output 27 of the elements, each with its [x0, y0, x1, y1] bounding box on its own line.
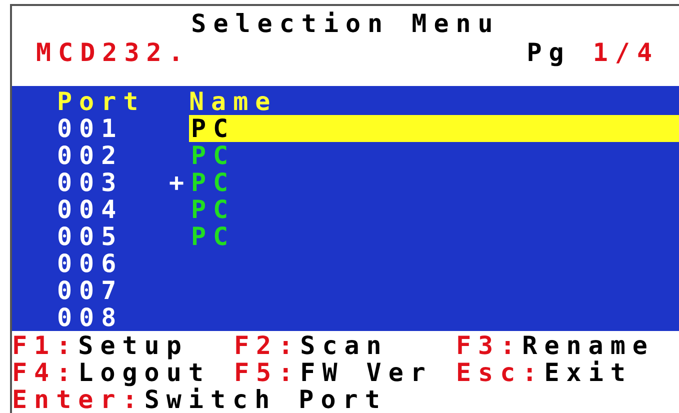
- function-key-hint: F4:Logout: [12, 359, 212, 386]
- port-number: 007: [57, 277, 124, 304]
- port-number: 004: [57, 196, 124, 223]
- function-key-hint: Esc:Exit: [456, 359, 634, 386]
- function-key-hint: F2:Scan: [234, 332, 390, 359]
- column-header: Port: [57, 88, 146, 115]
- active-port-marker: +: [169, 169, 189, 196]
- port-number: 006: [57, 250, 124, 277]
- port-name[interactable]: PC: [189, 223, 679, 250]
- selected-port-name[interactable]: PC: [189, 115, 679, 142]
- port-number: 001: [57, 115, 124, 142]
- port-name[interactable]: PC: [189, 142, 679, 169]
- function-key-hint: F5:FW Ver: [234, 359, 434, 386]
- function-key-hint: Enter:Switch Port: [12, 386, 387, 413]
- column-header: Name: [189, 88, 278, 115]
- model-name: MCD232.: [36, 39, 190, 66]
- page-label: Pg: [526, 39, 571, 66]
- function-key-hint: F1:Setup: [12, 332, 190, 359]
- menu-title: Selection Menu: [191, 10, 500, 37]
- page-number: 1/4: [592, 39, 659, 66]
- function-key-hint: F3:Rename: [456, 332, 656, 359]
- port-number: 005: [57, 223, 124, 250]
- port-number: 002: [57, 142, 124, 169]
- port-name[interactable]: PC: [189, 196, 679, 223]
- port-number: 008: [57, 304, 124, 331]
- port-number: 003: [57, 169, 124, 196]
- port-name[interactable]: PC: [189, 169, 679, 196]
